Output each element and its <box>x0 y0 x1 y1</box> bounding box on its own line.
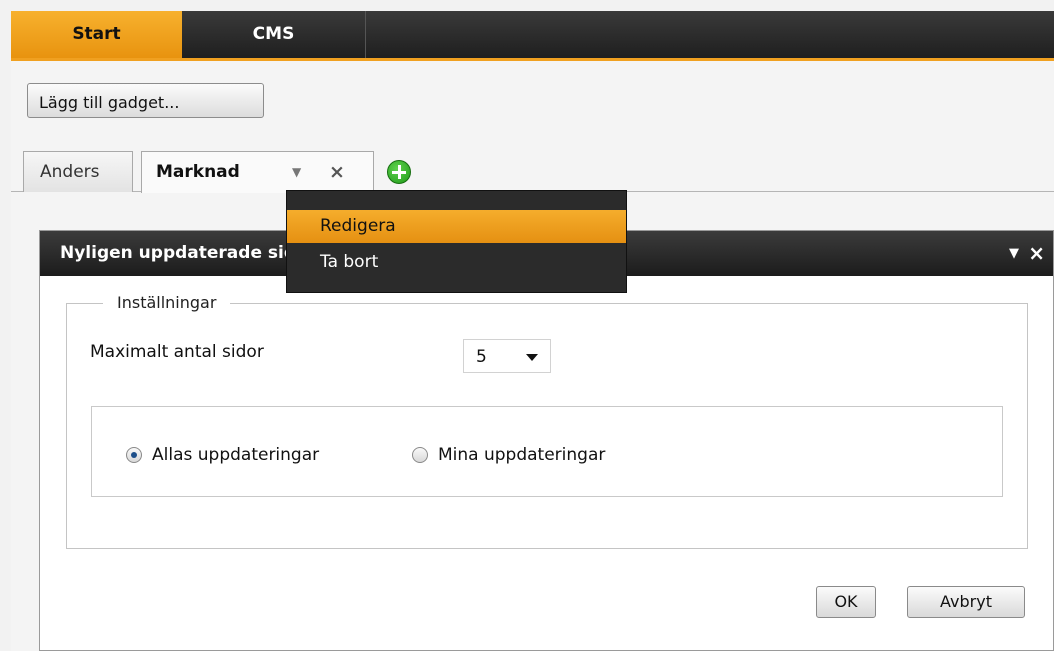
menu-item-remove[interactable]: Ta bort <box>287 246 626 279</box>
tab-label: Marknad <box>156 162 240 182</box>
settings-legend: Inställningar <box>103 292 231 314</box>
ok-button[interactable]: OK <box>816 586 876 618</box>
settings-fieldset: Inställningar Maximalt antal sidor 5 All… <box>66 292 1028 549</box>
gadget-panel: Nyligen uppdaterade sidor ▼ × Inställnin… <box>39 230 1054 651</box>
tab-marknad[interactable]: Marknad ▼ × <box>141 151 374 193</box>
tab-label: Anders <box>40 162 100 182</box>
close-icon[interactable]: × <box>1028 231 1045 276</box>
gadget-title: Nyligen uppdaterade sidor <box>60 243 317 263</box>
tab-start[interactable]: Start <box>11 11 182 58</box>
radio-all-updates[interactable] <box>126 447 142 463</box>
radio-all-updates-label[interactable]: Allas uppdateringar <box>152 445 319 465</box>
update-filter-group: Allas uppdateringar Mina uppdateringar <box>91 406 1003 497</box>
max-pages-select[interactable]: 5 <box>463 339 551 373</box>
add-gadget-button[interactable]: Lägg till gadget... <box>27 83 264 118</box>
chevron-down-icon[interactable]: ▼ <box>292 152 301 193</box>
radio-my-updates-label[interactable]: Mina uppdateringar <box>438 445 605 465</box>
tab-context-menu: Redigera Ta bort <box>286 190 627 293</box>
menu-item-edit[interactable]: Redigera <box>287 210 626 243</box>
radio-my-updates[interactable] <box>412 447 428 463</box>
plus-circle-icon[interactable] <box>387 160 411 184</box>
top-navigation: Start CMS <box>11 11 1054 61</box>
close-icon[interactable]: × <box>329 152 345 193</box>
chevron-down-icon[interactable]: ▼ <box>1009 231 1019 276</box>
tab-anders[interactable]: Anders <box>23 151 133 192</box>
max-pages-value: 5 <box>476 347 487 367</box>
max-pages-label: Maximalt antal sidor <box>90 342 264 362</box>
tab-cms[interactable]: CMS <box>182 11 366 58</box>
cancel-button[interactable]: Avbryt <box>907 586 1025 618</box>
caret-down-icon <box>526 354 538 361</box>
